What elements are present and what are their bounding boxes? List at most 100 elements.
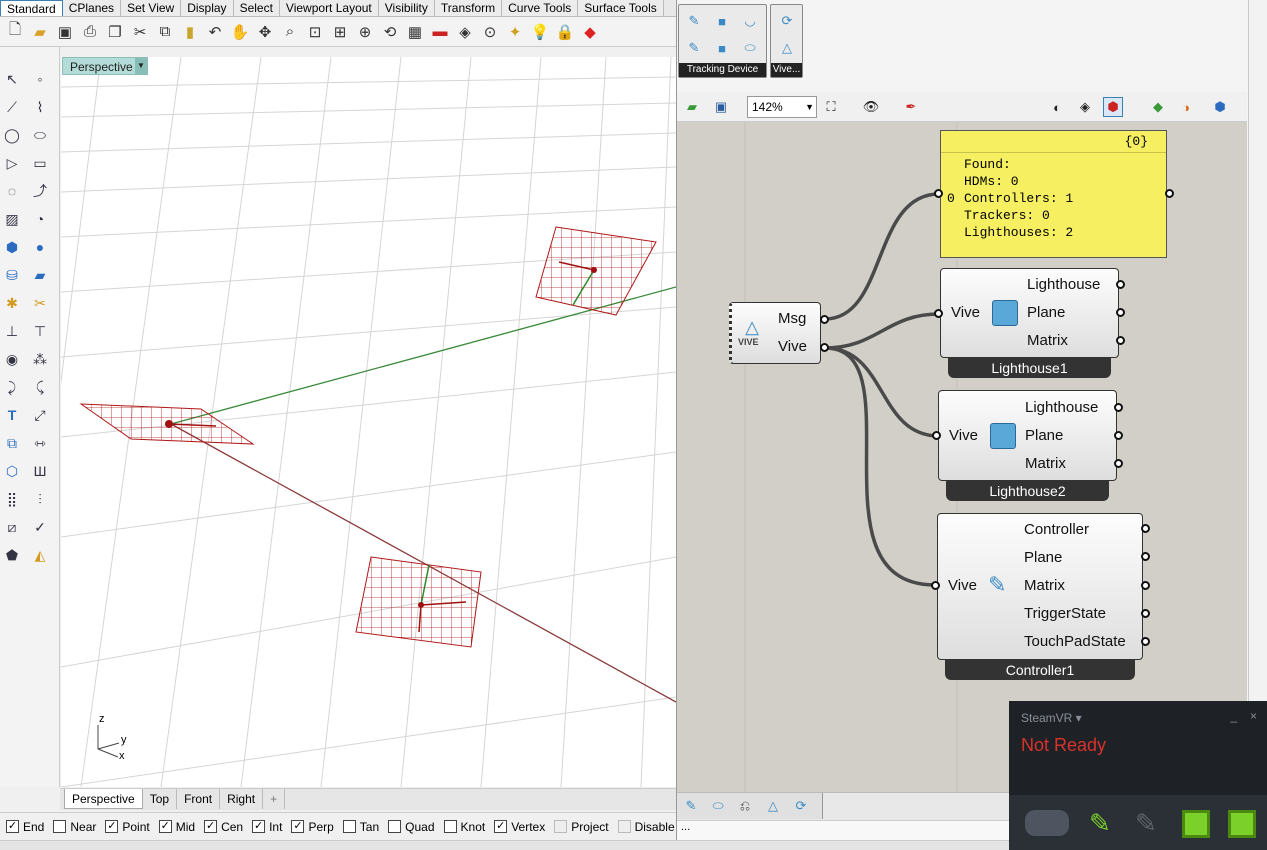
zoom-selected-icon[interactable]: ⊕ [354,21,376,43]
preview-wire-icon[interactable]: ◐ [1047,97,1067,117]
osnap-near-checkbox[interactable] [53,820,67,833]
chevron-down-icon[interactable]: ▼ [135,58,147,74]
minimize-icon[interactable]: _ [1230,709,1237,723]
tab-right[interactable]: Right [220,789,264,809]
explode-icon[interactable]: ✱ [0,291,24,315]
add-view-tab-button[interactable]: + [263,789,286,809]
point-icon[interactable]: ◦ [28,67,52,91]
lighthouse1-output-grip[interactable] [1116,308,1125,317]
vive-logo-icon[interactable]: △ [777,38,797,58]
open-folder-icon[interactable]: ▰ [29,21,51,43]
tracker-icon[interactable]: ⬭ [708,796,728,816]
lighthouse-2-icon[interactable]: ■ [712,38,732,58]
tab-visibility[interactable]: Visibility [378,0,435,16]
osnap-near[interactable]: Near [53,820,96,834]
osnap-tan-checkbox[interactable] [342,820,356,833]
osnap-point[interactable]: ✓ Point [105,820,150,834]
material-icon[interactable]: ◑ [1176,97,1196,117]
select-arrow-icon[interactable]: ↖ [0,67,24,91]
tab-viewport-layout[interactable]: Viewport Layout [279,0,379,16]
tab-set-view[interactable]: Set View [121,0,182,16]
paint-icon[interactable]: ◭ [28,543,52,567]
osnap-end-checkbox[interactable]: ✓ [6,820,19,833]
check-icon[interactable]: ✓ [28,515,52,539]
osnap-vertex[interactable]: ✓ Vertex [494,820,545,834]
refresh-view-icon[interactable]: ⟲ [379,21,401,43]
lighthouse2-output-grip[interactable] [1114,431,1123,440]
copy-icon[interactable]: ⧉ [154,21,176,43]
rectangle-icon[interactable]: ▭ [28,151,52,175]
analyze-icon[interactable]: ⧄ [0,515,24,539]
box-icon[interactable]: ⬢ [0,235,24,259]
grid-array-icon[interactable]: ⣿ [0,487,24,511]
osnap-vertex-checkbox[interactable]: ✓ [494,820,508,833]
osnap-knot-checkbox[interactable] [443,820,457,833]
ellipse-icon[interactable]: ⬭ [28,123,52,147]
sketch-icon[interactable]: ✒ [901,97,921,117]
sphere-icon[interactable]: ● [28,235,52,259]
undo-icon[interactable]: ↶ [204,21,226,43]
relay-icon[interactable]: ⎌ [735,796,755,816]
osnap-quad[interactable]: Quad [388,820,435,834]
refresh-icon[interactable]: ⟳ [791,796,811,816]
vive-component[interactable]: △ VIVE Msg Vive [729,302,821,364]
align-icon[interactable]: ⫶ [28,487,52,511]
polyline-icon[interactable]: ⟋ [0,95,24,119]
tab-top[interactable]: Top [143,789,178,809]
tab-curve-tools[interactable]: Curve Tools [502,0,579,16]
mirror-icon[interactable]: ⇿ [28,431,52,455]
loft-icon[interactable]: ◔ [28,207,52,231]
lighthouse1-output-grip[interactable] [1116,336,1125,345]
mesh-icon[interactable]: ▰ [28,263,52,287]
four-viewports-icon[interactable]: ▦ [404,21,426,43]
controller1-output-grip[interactable] [1141,581,1150,590]
boolean-icon[interactable]: ◉ [0,347,24,371]
controller1-output-grip[interactable] [1141,609,1150,618]
light-bulb-icon[interactable]: 💡 [529,21,551,43]
msg-output-grip[interactable] [820,315,829,324]
osnap-perp[interactable]: ✓ Perp [291,820,334,834]
tab-surface-tools[interactable]: Surface Tools [578,0,664,16]
lighthouse2-input-grip[interactable] [932,431,941,440]
osnap-tan[interactable]: Tan [342,820,379,834]
open-file-icon[interactable]: ▰ [682,97,702,117]
rotate-view-icon[interactable]: ✥ [254,21,276,43]
lighthouse2-output-grip[interactable] [1114,459,1123,468]
viewport-title[interactable]: Perspective ▼ [62,57,148,75]
output-panel[interactable]: {0} 0 Found: HDMs: 0 Controllers: 1 Trac… [940,130,1167,258]
vive-output-grip[interactable] [820,343,829,352]
preview-eye-icon[interactable]: 👁 [861,97,881,117]
array-icon[interactable]: ⧉ [0,431,24,455]
controller1-component[interactable]: Vive ✎ Controller Plane Matrix TriggerSt… [937,513,1143,660]
zoom-select[interactable]: 142% ▼ [747,96,817,118]
osnap-mid-checkbox[interactable]: ✓ [158,820,172,833]
lighthouse-component-icon[interactable]: ■ [712,11,732,31]
car-render-icon[interactable]: ▬ [429,21,451,43]
tab-transform[interactable]: Transform [434,0,503,16]
controller1-output-grip[interactable] [1141,637,1150,646]
offset-icon[interactable]: ⤸ [0,375,24,399]
material-icon[interactable]: ◆ [579,21,601,43]
snap-icon[interactable]: ⊙ [479,21,501,43]
osnap-project[interactable]: Project [554,820,609,834]
arc-icon[interactable]: ◌ [0,179,24,203]
display-mode-icon[interactable]: ⬢ [1210,97,1230,117]
tab-standard[interactable]: Standard [0,0,63,16]
osnap-project-checkbox[interactable] [554,820,568,833]
tab-cplanes[interactable]: CPlanes [62,0,122,16]
panel-output-grip[interactable] [1165,189,1174,198]
tab-perspective[interactable]: Perspective [64,789,143,809]
lighthouse1-output-grip[interactable] [1116,280,1125,289]
osnap-quad-checkbox[interactable] [388,820,402,833]
join-icon[interactable]: ⊤ [28,319,52,343]
zoom-extents-icon[interactable]: ⛶ [821,97,841,117]
controller1-input-grip[interactable] [931,581,940,590]
curve-icon[interactable]: ⌇ [28,95,52,119]
tab-front[interactable]: Front [177,789,221,809]
osnap-int[interactable]: ✓ Int [252,820,282,834]
scale-icon[interactable]: ⤢ [28,403,52,427]
osnap-end[interactable]: ✓ End [6,820,44,834]
preview-selected-icon[interactable]: ⬢ [1103,97,1123,117]
osnap-mid[interactable]: ✓ Mid [158,820,195,834]
close-icon[interactable]: × [1250,709,1257,723]
